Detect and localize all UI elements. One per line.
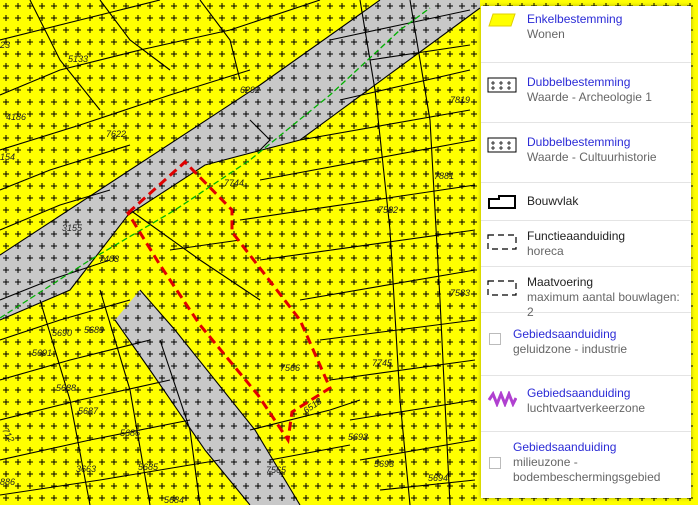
parcel-label: 5692 (348, 432, 368, 442)
parcel-label: 5685 (138, 462, 159, 472)
parcel-label: 7622 (106, 129, 126, 139)
parcel-label: 5689 (84, 325, 104, 335)
cross-hatch-icon (487, 137, 517, 153)
parcel-label: 5687 (78, 406, 99, 416)
legend-title: Functieaanduiding (527, 229, 626, 243)
dashed-box-icon (487, 234, 517, 250)
legend-subtitle: horeca (527, 244, 564, 258)
legend-subtitle: luchtvaartverkeerzone (527, 401, 646, 415)
legend-item-geluidzone[interactable]: Gebiedsaanduiding geluidzone - industrie (481, 313, 691, 376)
parcel-label: 7745 (372, 358, 393, 368)
legend-title: Enkelbestemming (527, 12, 623, 26)
parcel-label: 23 (0, 40, 10, 50)
parcel-label: 886 (0, 477, 15, 487)
legend-subtitle: milieuzone - bodembeschermingsgebied (513, 455, 661, 484)
legend-item-enkelbestemming-wonen[interactable]: Enkelbestemming Wonen (481, 6, 691, 63)
legend-title: Bouwvlak (527, 194, 579, 208)
parcel-label: 5688 (56, 383, 76, 393)
legend-title: Gebiedsaanduiding (513, 440, 617, 454)
legend-title: Gebiedsaanduiding (513, 327, 617, 341)
parcel-label: 7583 (450, 288, 470, 298)
parcel-label: 7582 (378, 205, 398, 215)
broken-image-icon (487, 330, 503, 346)
parcel-label: 3155 (62, 223, 83, 233)
parcel-label: 7566 (280, 363, 300, 373)
parcel-label: 154 (0, 152, 15, 162)
purple-zigzag-icon (487, 389, 518, 409)
parcel-label: 6292 (240, 85, 260, 95)
parcel-label: 7403 (99, 254, 119, 264)
legend-subtitle: geluidzone - industrie (513, 342, 628, 356)
legend-item-bouwvlak[interactable]: Bouwvlak (481, 183, 691, 221)
yellow-parallelogram-icon (487, 12, 517, 28)
parcel-label: 7744 (224, 178, 244, 188)
parcel-label: 7881 (434, 171, 454, 181)
parcel-label: 5691 (32, 348, 52, 358)
legend-title: Dubbelbestemming (527, 135, 631, 149)
legend-item-maatvoering[interactable]: Maatvoering maximum aantal bouwlagen: 2 (481, 267, 691, 319)
parcel-label: 5686 (120, 428, 140, 438)
legend-subtitle: Waarde - Cultuurhistorie (527, 150, 657, 164)
legend-title: Gebiedsaanduiding (527, 386, 631, 400)
legend-title: Maatvoering (527, 275, 594, 289)
broken-image-icon (487, 454, 503, 470)
legend-item-functieaanduiding-horeca[interactable]: Functieaanduiding horeca (481, 221, 691, 267)
legend-item-archeologie[interactable]: Dubbelbestemming Waarde - Archeologie 1 (481, 63, 691, 123)
legend-title: Dubbelbestemming (527, 75, 631, 89)
legend-item-luchtvaartverkeerzone[interactable]: Gebiedsaanduiding luchtvaartverkeerzone (481, 376, 691, 432)
parcel-label: 7819 (450, 95, 470, 105)
legend-subtitle: Waarde - Archeologie 1 (527, 90, 652, 104)
legend-item-milieuzone[interactable]: Gebiedsaanduiding milieuzone - bodembesch… (481, 432, 691, 498)
building-outline-icon (487, 194, 517, 210)
legend-panel: Enkelbestemming Wonen Dubbelbestemming Waa… (481, 6, 691, 498)
legend-item-cultuurhistorie[interactable]: Dubbelbestemming Waarde - Cultuurhistorie (481, 123, 691, 183)
parcel-label: 5694 (428, 473, 448, 483)
legend-subtitle: Wonen (527, 27, 565, 41)
cross-hatch-icon (487, 77, 517, 93)
parcel-label: 5690 (52, 328, 72, 338)
parcel-label: 5693 (374, 459, 394, 469)
parcel-label: 5133 (68, 54, 88, 64)
dashed-box-icon (487, 280, 517, 296)
parcel-label: 7565 (266, 465, 287, 475)
parcel-label: 4186 (6, 112, 26, 122)
parcel-label: 3663 (76, 464, 96, 474)
parcel-label: 5684 (164, 495, 184, 505)
